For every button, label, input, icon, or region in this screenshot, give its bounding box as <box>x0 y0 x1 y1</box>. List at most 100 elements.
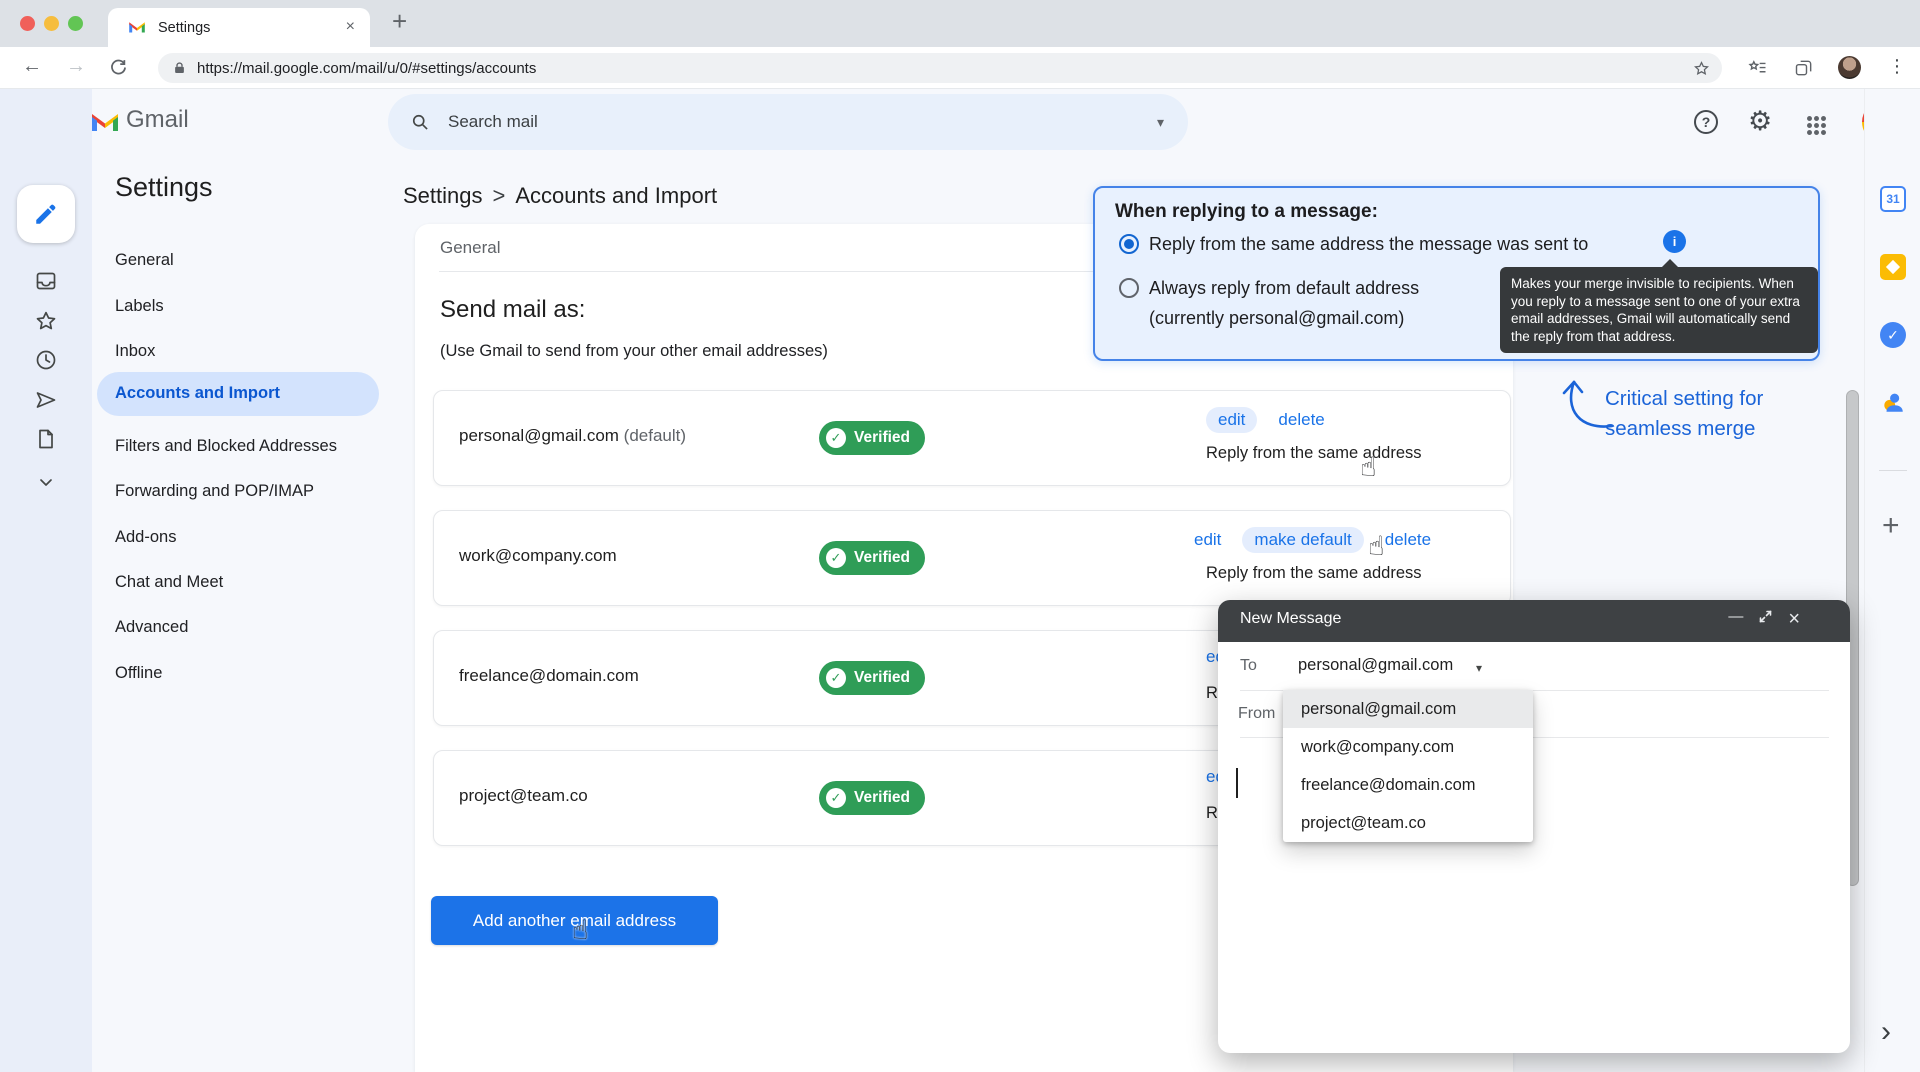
close-icon[interactable]: × <box>1788 609 1800 629</box>
pencil-icon <box>33 201 59 227</box>
compose-button[interactable] <box>17 185 75 243</box>
search-icon <box>410 112 430 132</box>
from-address-dropdown: personal@gmail.com work@company.com free… <box>1283 690 1533 842</box>
nav-item-filters[interactable]: Filters and Blocked Addresses <box>115 437 337 456</box>
add-addon-icon[interactable]: + <box>1882 509 1900 543</box>
section-title: Send mail as: <box>440 296 585 324</box>
tab-groups-icon[interactable] <box>1794 58 1814 83</box>
dropdown-option[interactable]: project@team.co <box>1283 804 1533 842</box>
side-panel-toggle-icon[interactable]: › <box>1881 1015 1891 1049</box>
nav-item-general[interactable]: General <box>115 251 174 270</box>
reload-button[interactable] <box>108 57 129 83</box>
tasks-icon[interactable]: ✓ <box>1880 322 1906 348</box>
search-input[interactable] <box>446 111 1066 133</box>
radio-label: Reply from the same address the message … <box>1149 229 1588 259</box>
calendar-icon[interactable]: 31 <box>1880 186 1906 212</box>
gmail-header: Gmail ▾ ? ⚙ <box>0 89 1920 155</box>
keep-icon[interactable] <box>1880 254 1906 280</box>
sent-icon[interactable] <box>34 388 58 412</box>
nav-item-inbox[interactable]: Inbox <box>115 342 155 361</box>
verified-badge: ✓Verified <box>819 661 925 695</box>
forward-button[interactable]: → <box>66 55 86 78</box>
back-button[interactable]: ← <box>22 55 42 78</box>
nav-item-labels[interactable]: Labels <box>115 297 164 316</box>
compose-header[interactable]: New Message — × <box>1218 600 1850 642</box>
reading-list-icon[interactable] <box>1748 58 1768 83</box>
new-tab-button[interactable]: + <box>392 6 407 37</box>
search-options-caret-icon[interactable]: ▾ <box>1157 114 1164 131</box>
breadcrumb-root[interactable]: Settings <box>403 183 483 208</box>
gmail-favicon-icon <box>128 19 146 39</box>
starred-icon[interactable] <box>34 309 58 333</box>
check-icon: ✓ <box>826 548 846 568</box>
google-apps-icon[interactable] <box>1806 115 1826 135</box>
browser-toolbar: ← → https://mail.google.com/mail/u/0/#se… <box>0 47 1920 89</box>
annotation-arrow-icon <box>1550 372 1616 441</box>
settings-gear-icon[interactable]: ⚙ <box>1748 106 1772 137</box>
settings-page-title: Settings <box>115 172 213 203</box>
tab-close-icon[interactable]: × <box>346 18 355 36</box>
verified-badge: ✓Verified <box>819 781 925 815</box>
browser-tab[interactable]: Settings × <box>108 8 370 47</box>
nav-item-offline[interactable]: Offline <box>115 664 162 683</box>
breadcrumb-separator: > <box>493 183 506 208</box>
text-cursor <box>1236 768 1238 798</box>
dropdown-option[interactable]: personal@gmail.com <box>1283 690 1533 728</box>
nav-item-addons[interactable]: Add-ons <box>115 528 176 547</box>
window-close-button[interactable] <box>20 16 35 31</box>
snoozed-icon[interactable] <box>34 348 58 372</box>
compose-window: New Message — × To personal@gmail.com ▾ … <box>1218 600 1850 1053</box>
info-icon[interactable]: i <box>1663 230 1686 253</box>
hand-cursor-icon: ☝ <box>572 915 588 946</box>
inbox-icon[interactable] <box>34 269 58 293</box>
contacts-icon[interactable] <box>1880 389 1906 415</box>
to-value[interactable]: personal@gmail.com <box>1298 656 1453 675</box>
email-address: freelance@domain.com <box>459 666 639 686</box>
minimize-icon[interactable]: — <box>1728 608 1743 625</box>
dropdown-option[interactable]: freelance@domain.com <box>1283 766 1533 804</box>
drafts-icon[interactable] <box>34 427 58 451</box>
verified-badge: ✓Verified <box>819 421 925 455</box>
expand-icon[interactable] <box>1759 610 1772 628</box>
reply-mode-note: Reply from the same address <box>1206 564 1422 583</box>
url-bar[interactable]: https://mail.google.com/mail/u/0/#settin… <box>158 53 1722 83</box>
email-address: personal@gmail.com (default) <box>459 426 686 446</box>
info-tooltip: Makes your merge invisible to recipients… <box>1500 267 1818 353</box>
edit-link[interactable]: edit <box>1206 407 1257 433</box>
section-note: (Use Gmail to send from your other email… <box>440 342 828 361</box>
search-bar[interactable]: ▾ <box>388 94 1188 150</box>
edit-link[interactable]: edit <box>1194 530 1221 550</box>
callout-title: When replying to a message: <box>1115 201 1378 223</box>
nav-item-chat-meet[interactable]: Chat and Meet <box>115 573 223 592</box>
dropdown-option[interactable]: work@company.com <box>1283 728 1533 766</box>
compose-title: New Message <box>1240 610 1341 628</box>
breadcrumb-current: Accounts and Import <box>515 183 717 208</box>
browser-profile-avatar[interactable] <box>1838 56 1861 79</box>
nav-item-advanced[interactable]: Advanced <box>115 618 188 637</box>
window-zoom-button[interactable] <box>68 16 83 31</box>
row-actions: edit delete <box>1206 407 1325 433</box>
tab-title: Settings <box>158 20 210 36</box>
to-caret-icon[interactable]: ▾ <box>1476 661 1482 675</box>
nav-item-label: Accounts and Import <box>115 384 280 403</box>
email-row: work@company.com ✓Verified edit make def… <box>433 510 1511 606</box>
row-actions: edit make default delete <box>1194 527 1431 553</box>
gmail-wordmark: Gmail <box>126 106 189 134</box>
delete-link[interactable]: delete <box>1385 530 1431 550</box>
tab-general[interactable]: General <box>440 238 500 258</box>
nav-item-accounts-and-import[interactable]: Accounts and Import <box>97 372 379 416</box>
nav-item-forwarding[interactable]: Forwarding and POP/IMAP <box>115 482 314 501</box>
help-icon[interactable]: ? <box>1694 110 1718 134</box>
window-minimize-button[interactable] <box>44 16 59 31</box>
radio-reply-default-address[interactable] <box>1119 278 1139 298</box>
more-labels-chevron-icon[interactable] <box>34 470 58 494</box>
radio-reply-same-address[interactable] <box>1119 234 1139 254</box>
check-icon: ✓ <box>826 428 846 448</box>
gmail-logo-icon <box>90 109 120 138</box>
browser-menu-icon[interactable]: ⋮ <box>1888 56 1906 77</box>
bookmark-star-icon[interactable] <box>1693 60 1710 77</box>
delete-link[interactable]: delete <box>1278 410 1324 430</box>
make-default-link[interactable]: make default <box>1242 527 1363 553</box>
hand-cursor-icon: ☝ <box>1360 452 1376 483</box>
right-side-panel: 31 ✓ + <box>1864 89 1920 1072</box>
